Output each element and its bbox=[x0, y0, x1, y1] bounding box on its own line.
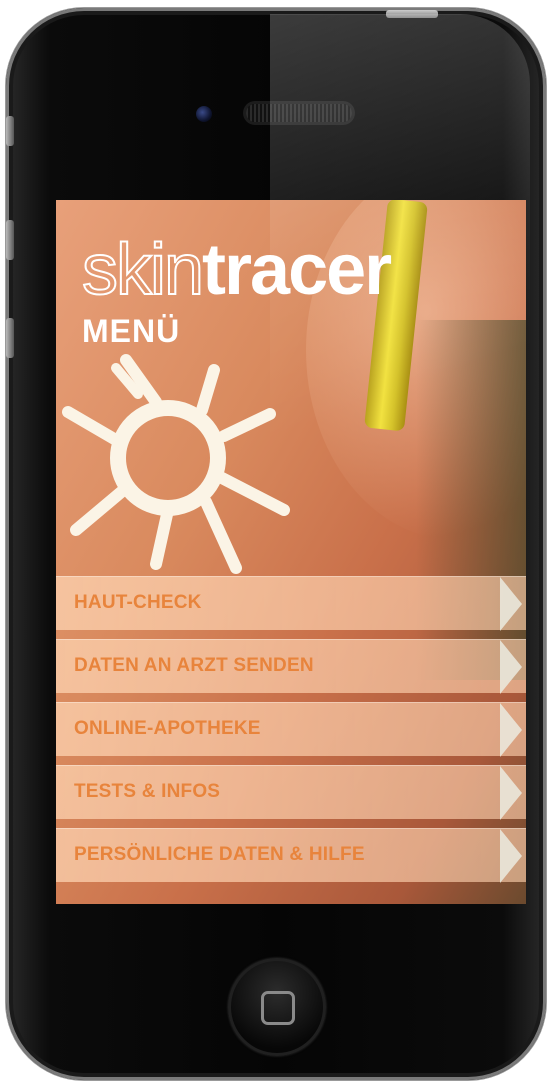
power-button bbox=[386, 10, 438, 18]
logo-tracer: tracer bbox=[202, 230, 392, 310]
volume-down-button bbox=[6, 318, 14, 358]
logo-skin: skin bbox=[81, 230, 205, 310]
chevron-right-icon bbox=[500, 703, 522, 757]
main-menu: HAUT-CHECK DATEN AN ARZT SENDEN ONLINE-A… bbox=[56, 576, 526, 891]
menu-item-label: DATEN AN ARZT SENDEN bbox=[74, 655, 314, 676]
front-camera bbox=[196, 106, 212, 122]
menu-item-persoenliche-daten[interactable]: PERSÖNLICHE DATEN & HILFE bbox=[56, 828, 526, 883]
home-square-icon bbox=[261, 991, 295, 1025]
menu-item-label: HAUT-CHECK bbox=[74, 592, 202, 613]
chevron-right-icon bbox=[500, 640, 522, 694]
sun-icon bbox=[62, 354, 290, 574]
earpiece-speaker bbox=[246, 104, 352, 122]
chevron-right-icon bbox=[500, 766, 522, 820]
app-screen: skintracer MENÜ HAUT-CHECK DATEN AN ARZT… bbox=[56, 200, 526, 904]
page-title: MENÜ bbox=[82, 313, 181, 349]
menu-item-daten-an-arzt[interactable]: DATEN AN ARZT SENDEN bbox=[56, 639, 526, 694]
volume-up-button bbox=[6, 220, 14, 260]
menu-item-label: ONLINE-APOTHEKE bbox=[74, 718, 261, 739]
mute-switch bbox=[6, 116, 14, 146]
menu-item-label: TESTS & INFOS bbox=[74, 781, 221, 802]
app-logo: skintracer bbox=[81, 233, 392, 307]
menu-item-online-apotheke[interactable]: ONLINE-APOTHEKE bbox=[56, 702, 526, 757]
chevron-right-icon bbox=[500, 829, 522, 883]
chevron-right-icon bbox=[500, 577, 522, 631]
menu-item-haut-check[interactable]: HAUT-CHECK bbox=[56, 576, 526, 631]
menu-item-tests-infos[interactable]: TESTS & INFOS bbox=[56, 765, 526, 820]
menu-item-label: PERSÖNLICHE DATEN & HILFE bbox=[74, 844, 365, 865]
home-button[interactable] bbox=[228, 958, 326, 1056]
